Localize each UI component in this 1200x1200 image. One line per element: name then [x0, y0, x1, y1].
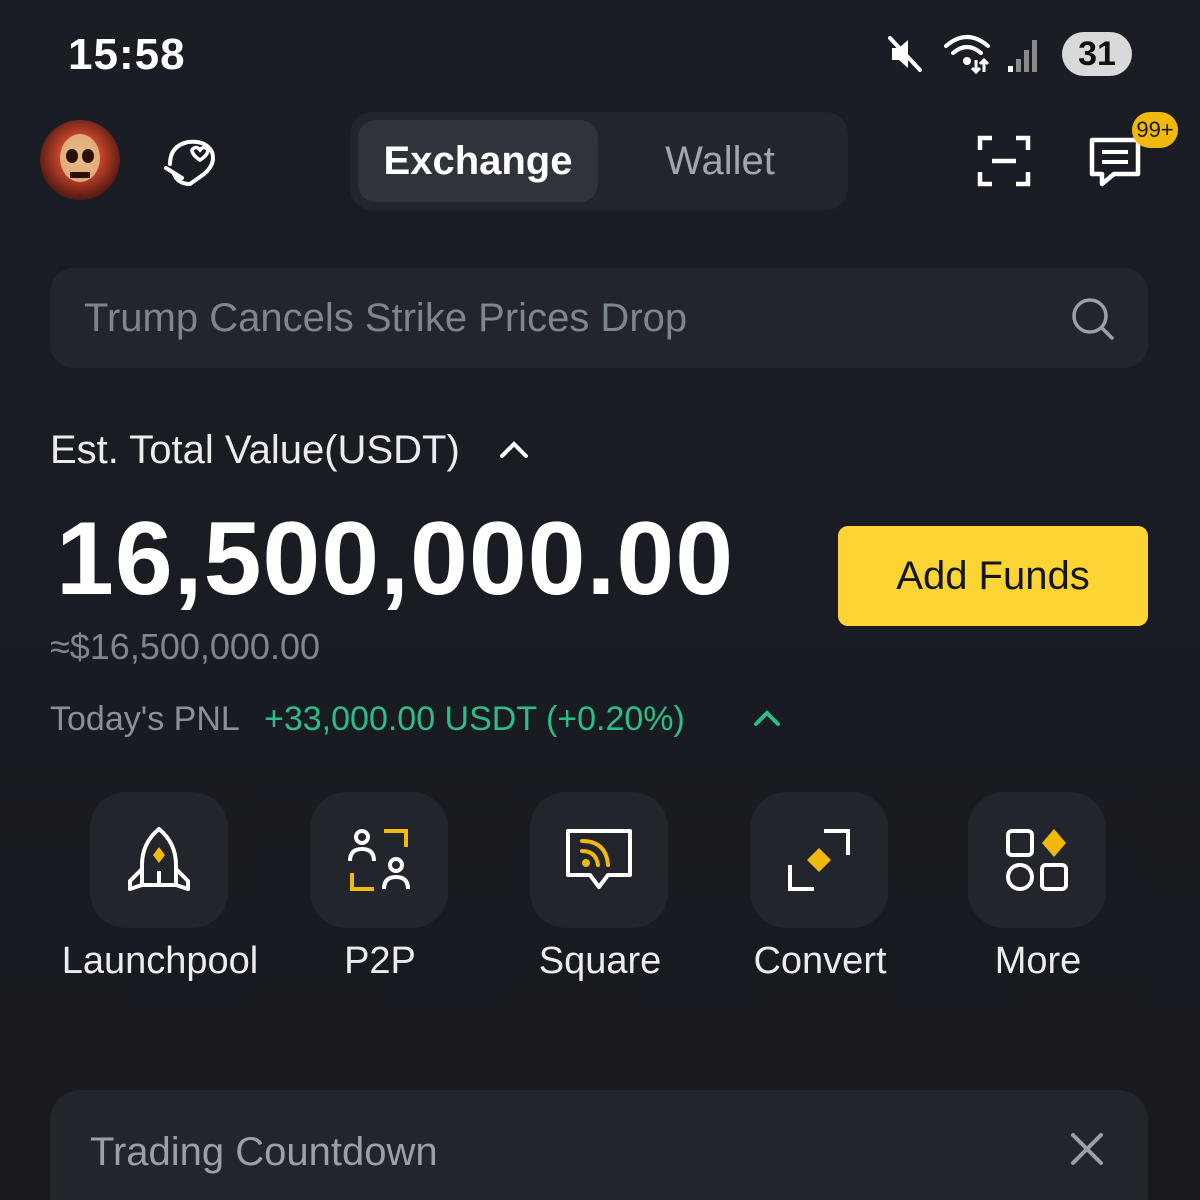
- exchange-wallet-switch: Exchange Wallet: [350, 112, 848, 210]
- shortcut-square[interactable]: Square: [490, 792, 710, 1002]
- gift-icon[interactable]: [160, 130, 224, 199]
- card-title: Trading Countdown: [90, 1130, 438, 1174]
- trading-countdown-card[interactable]: Trading Countdown: [50, 1090, 1148, 1200]
- tab-exchange[interactable]: Exchange: [358, 120, 598, 202]
- status-icons: 31: [884, 32, 1132, 76]
- shortcut-label: P2P: [344, 940, 416, 982]
- convert-icon[interactable]: [750, 792, 888, 928]
- shortcut-launchpool[interactable]: Launchpool: [50, 792, 270, 1002]
- add-funds-button[interactable]: Add Funds: [838, 526, 1148, 626]
- shortcut-label: More: [994, 940, 1082, 982]
- balance-usd-approx: ≈$16,500,000.00: [50, 626, 320, 667]
- home-screen: 15:58 31 Exchange Wallet 99+ Trump Cance…: [0, 0, 1200, 1200]
- total-balance: 16,500,000.00: [56, 501, 735, 617]
- signal-icon: [1006, 32, 1042, 76]
- square-feed-icon[interactable]: [530, 792, 668, 928]
- avatar[interactable]: [40, 120, 120, 200]
- pnl-chevron-up-icon[interactable]: [752, 706, 782, 735]
- pnl-value[interactable]: +33,000.00 USDT (+0.20%): [264, 700, 685, 739]
- search-icon[interactable]: [1070, 296, 1116, 347]
- chat-icon[interactable]: [1088, 136, 1144, 193]
- notification-badge: 99+: [1132, 112, 1178, 148]
- shortcut-convert[interactable]: Convert: [710, 792, 930, 1002]
- battery-icon: 31: [1062, 32, 1132, 76]
- scan-icon[interactable]: [976, 134, 1032, 193]
- shortcut-label: Square: [538, 940, 662, 982]
- shortcut-label: Launchpool: [61, 940, 259, 982]
- pnl-label[interactable]: Today's PNL: [50, 700, 240, 739]
- shortcut-more[interactable]: More: [928, 792, 1148, 1002]
- chevron-up-icon[interactable]: [498, 436, 530, 467]
- tab-wallet[interactable]: Wallet: [600, 120, 840, 202]
- shortcut-p2p[interactable]: P2P: [270, 792, 490, 1002]
- more-grid-icon[interactable]: [968, 792, 1106, 928]
- search-bar[interactable]: Trump Cancels Strike Prices Drop: [50, 268, 1148, 368]
- status-time: 15:58: [68, 30, 186, 79]
- shortcut-label: Convert: [753, 940, 887, 982]
- total-value-label[interactable]: Est. Total Value(USDT): [50, 428, 460, 473]
- close-icon[interactable]: [1070, 1132, 1104, 1171]
- search-input[interactable]: Trump Cancels Strike Prices Drop: [84, 296, 687, 341]
- wifi-icon: [942, 32, 992, 76]
- rocket-icon[interactable]: [90, 792, 228, 928]
- mute-icon: [884, 32, 928, 76]
- p2p-icon[interactable]: [310, 792, 448, 928]
